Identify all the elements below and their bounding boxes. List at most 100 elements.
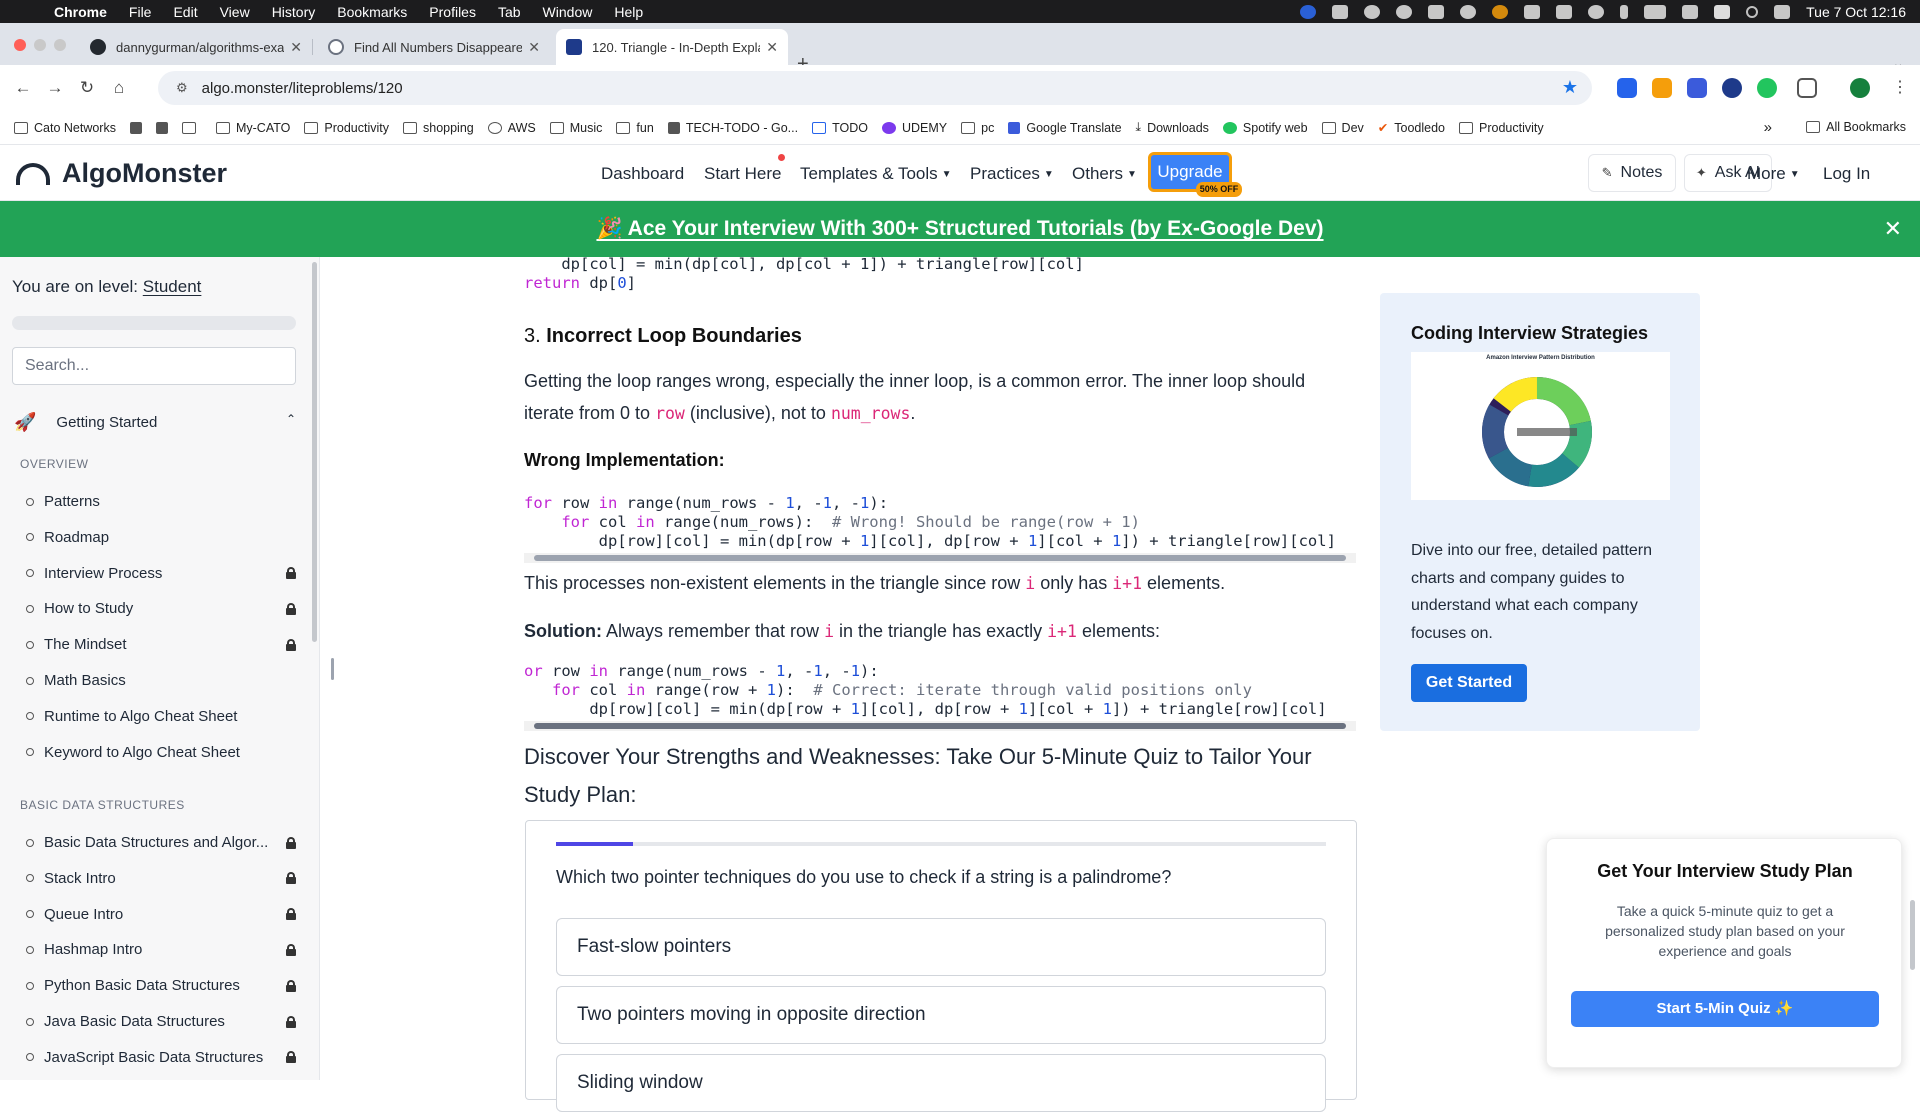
close-window-button[interactable]	[14, 39, 26, 51]
nav-others[interactable]: Others ▼	[1072, 164, 1137, 184]
sync-status-icon[interactable]	[1364, 4, 1381, 19]
sidebar-item[interactable]: Roadmap	[26, 529, 296, 546]
bookmark-item[interactable]: TODO	[812, 121, 868, 135]
bookmark-star-icon[interactable]: ★	[1562, 77, 1578, 98]
quiz-option[interactable]: Sliding window	[556, 1054, 1326, 1112]
group-getting-started[interactable]: 🚀 Getting Started ⌃	[12, 412, 296, 433]
bookmark-item[interactable]: ⤓ Downloads	[1136, 120, 1209, 135]
nav-practices[interactable]: Practices ▼	[970, 164, 1054, 184]
bookmark-icon-only[interactable]	[129, 121, 148, 134]
cloud-status-icon[interactable]	[1332, 4, 1349, 19]
sidebar-item[interactable]: Queue Intro	[26, 906, 296, 923]
site-logo[interactable]: AlgoMonster	[16, 158, 227, 189]
nav-dashboard[interactable]: Dashboard	[601, 164, 684, 184]
sidebar-item[interactable]: Java Basic Data Structures	[26, 1013, 296, 1030]
forward-arrow-icon[interactable]: →	[46, 78, 64, 98]
close-banner-icon[interactable]: ✕	[1884, 216, 1902, 242]
bookmark-item[interactable]: Cato Networks	[14, 121, 116, 135]
menu-bookmarks[interactable]: Bookmarks	[337, 4, 407, 20]
promo-link[interactable]: 🎉 Ace Your Interview With 300+ Structure…	[596, 217, 1323, 241]
close-tab-icon[interactable]: ✕	[766, 39, 778, 56]
reload-icon[interactable]: ↻	[78, 78, 96, 98]
chevron-up-icon[interactable]: ⌃	[286, 412, 296, 426]
nav-start-here[interactable]: Start Here	[704, 164, 781, 184]
browser-tab-algomonster[interactable]: 120. Triangle - In-Depth Expla ✕	[556, 29, 788, 65]
bookmark-item[interactable]: ✔ Toodledo	[1378, 120, 1445, 136]
extension-translate-icon[interactable]	[1687, 78, 1707, 98]
sidebar-item[interactable]: Stack Intro	[26, 870, 296, 887]
scrollbar-thumb[interactable]	[534, 723, 1346, 729]
bookmark-item[interactable]: My-CATO	[215, 121, 290, 135]
sidebar-item[interactable]: JavaScript Basic Data Structures	[26, 1049, 296, 1066]
bookmark-item[interactable]: Dev	[1321, 121, 1364, 135]
more-menu[interactable]: More ▼	[1747, 164, 1800, 184]
app-status-icon[interactable]	[1492, 4, 1509, 19]
site-info-icon[interactable]: ⚙	[176, 80, 188, 96]
butterfly-status-icon[interactable]	[1556, 4, 1573, 19]
zoom-window-button[interactable]	[54, 39, 66, 51]
chrome-menu-icon[interactable]: ⋮	[1892, 77, 1908, 97]
page-scrollbar[interactable]	[1910, 900, 1915, 970]
record-status-icon[interactable]	[1460, 4, 1477, 19]
quiz-option[interactable]: Fast-slow pointers	[556, 918, 1326, 976]
menu-file[interactable]: File	[129, 4, 152, 20]
bookmark-item[interactable]: fun	[616, 121, 654, 135]
sidebar-item[interactable]: Python Basic Data Structures	[26, 977, 296, 994]
sidebar-item[interactable]: Math Basics	[26, 672, 296, 689]
bookmark-item[interactable]: UDEMY	[881, 121, 947, 135]
app2-status-icon[interactable]	[1524, 4, 1541, 19]
openai-status-icon[interactable]	[1396, 4, 1413, 19]
sidebar-search-input[interactable]: Search...	[12, 347, 296, 385]
bookmark-item[interactable]: Google Translate	[1008, 121, 1122, 135]
sidebar-item[interactable]: Interview Process	[26, 565, 296, 582]
profile-avatar[interactable]	[1850, 78, 1870, 98]
menu-profiles[interactable]: Profiles	[429, 4, 476, 20]
icloud-status-icon[interactable]	[1588, 4, 1605, 19]
code-horizontal-scrollbar[interactable]	[524, 553, 1356, 563]
sidebar-item[interactable]: Patterns	[26, 493, 296, 510]
bookmark-item[interactable]: Productivity	[1459, 121, 1544, 135]
extension-download-icon[interactable]	[1617, 78, 1637, 98]
minimize-window-button[interactable]	[34, 39, 46, 51]
bookmark-item[interactable]: TECH-TODO - Go...	[667, 121, 798, 135]
start-quiz-button[interactable]: Start 5-Min Quiz ✨	[1571, 991, 1879, 1027]
extension-honey-icon[interactable]	[1652, 78, 1672, 98]
browser-tab-github[interactable]: dannygurman/algorithms-exa ✕	[80, 29, 313, 65]
extension-grammar-icon[interactable]	[1722, 78, 1742, 98]
sidebar-item[interactable]: Basic Data Structures and Algor...	[26, 834, 296, 851]
menu-edit[interactable]: Edit	[173, 4, 197, 20]
sidebar-item[interactable]: The Mindset	[26, 636, 296, 653]
bookmark-item[interactable]: Spotify web	[1222, 121, 1308, 135]
bookmark-icon-only[interactable]	[155, 121, 174, 134]
menu-window[interactable]: Window	[543, 4, 593, 20]
bookmark-item[interactable]: Music	[549, 121, 602, 135]
sidebar-item[interactable]: Runtime to Algo Cheat Sheet	[26, 708, 296, 725]
back-arrow-icon[interactable]: ←	[14, 78, 32, 98]
pattern-chart-image[interactable]: Amazon Interview Pattern Distribution	[1411, 352, 1670, 500]
level-link[interactable]: Student	[143, 277, 202, 296]
bluetooth-icon[interactable]	[1620, 4, 1629, 19]
all-bookmarks-button[interactable]: All Bookmarks	[1806, 120, 1906, 134]
menubar-clock[interactable]: Tue 7 Oct 12:16	[1806, 4, 1906, 20]
bookmark-item[interactable]: pc	[961, 121, 994, 135]
notes-button[interactable]: ✎ Notes	[1588, 154, 1676, 192]
bookmark-item[interactable]: shopping	[403, 121, 474, 135]
bookmark-icon-only[interactable]	[181, 121, 202, 134]
menu-history[interactable]: History	[272, 4, 316, 20]
menu-chrome[interactable]: Chrome	[54, 4, 107, 20]
display-status-icon[interactable]	[1428, 4, 1445, 19]
bookmark-item[interactable]: Productivity	[304, 121, 389, 135]
sidebar-item[interactable]: How to Study	[26, 600, 296, 617]
get-started-button[interactable]: Get Started	[1411, 664, 1527, 702]
spotlight-search-icon[interactable]	[1746, 5, 1759, 18]
address-bar[interactable]: ⚙ algo.monster/liteproblems/120 ★	[158, 71, 1592, 105]
close-tab-icon[interactable]: ✕	[528, 39, 540, 56]
zoom-status-icon[interactable]	[1300, 4, 1317, 19]
nav-templates-tools[interactable]: Templates & Tools ▼	[800, 164, 952, 184]
quiz-option[interactable]: Two pointers moving in opposite directio…	[556, 986, 1326, 1044]
input-source-icon[interactable]	[1714, 4, 1731, 19]
resize-handle[interactable]	[331, 658, 334, 680]
extension-sync-icon[interactable]	[1757, 78, 1777, 98]
login-link[interactable]: Log In	[1823, 164, 1870, 184]
menu-view[interactable]: View	[220, 4, 250, 20]
